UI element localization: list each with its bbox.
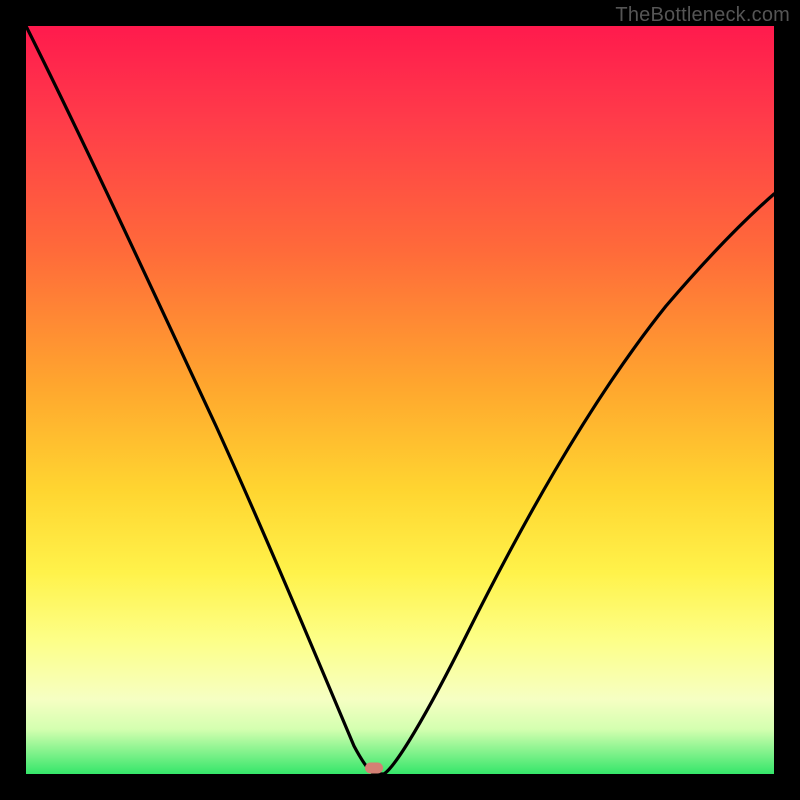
curve-path [26,26,774,774]
chart-frame: TheBottleneck.com [0,0,800,800]
bottleneck-curve [26,26,774,774]
minimum-marker [365,763,383,774]
plot-area [26,26,774,774]
watermark-text: TheBottleneck.com [615,4,790,27]
